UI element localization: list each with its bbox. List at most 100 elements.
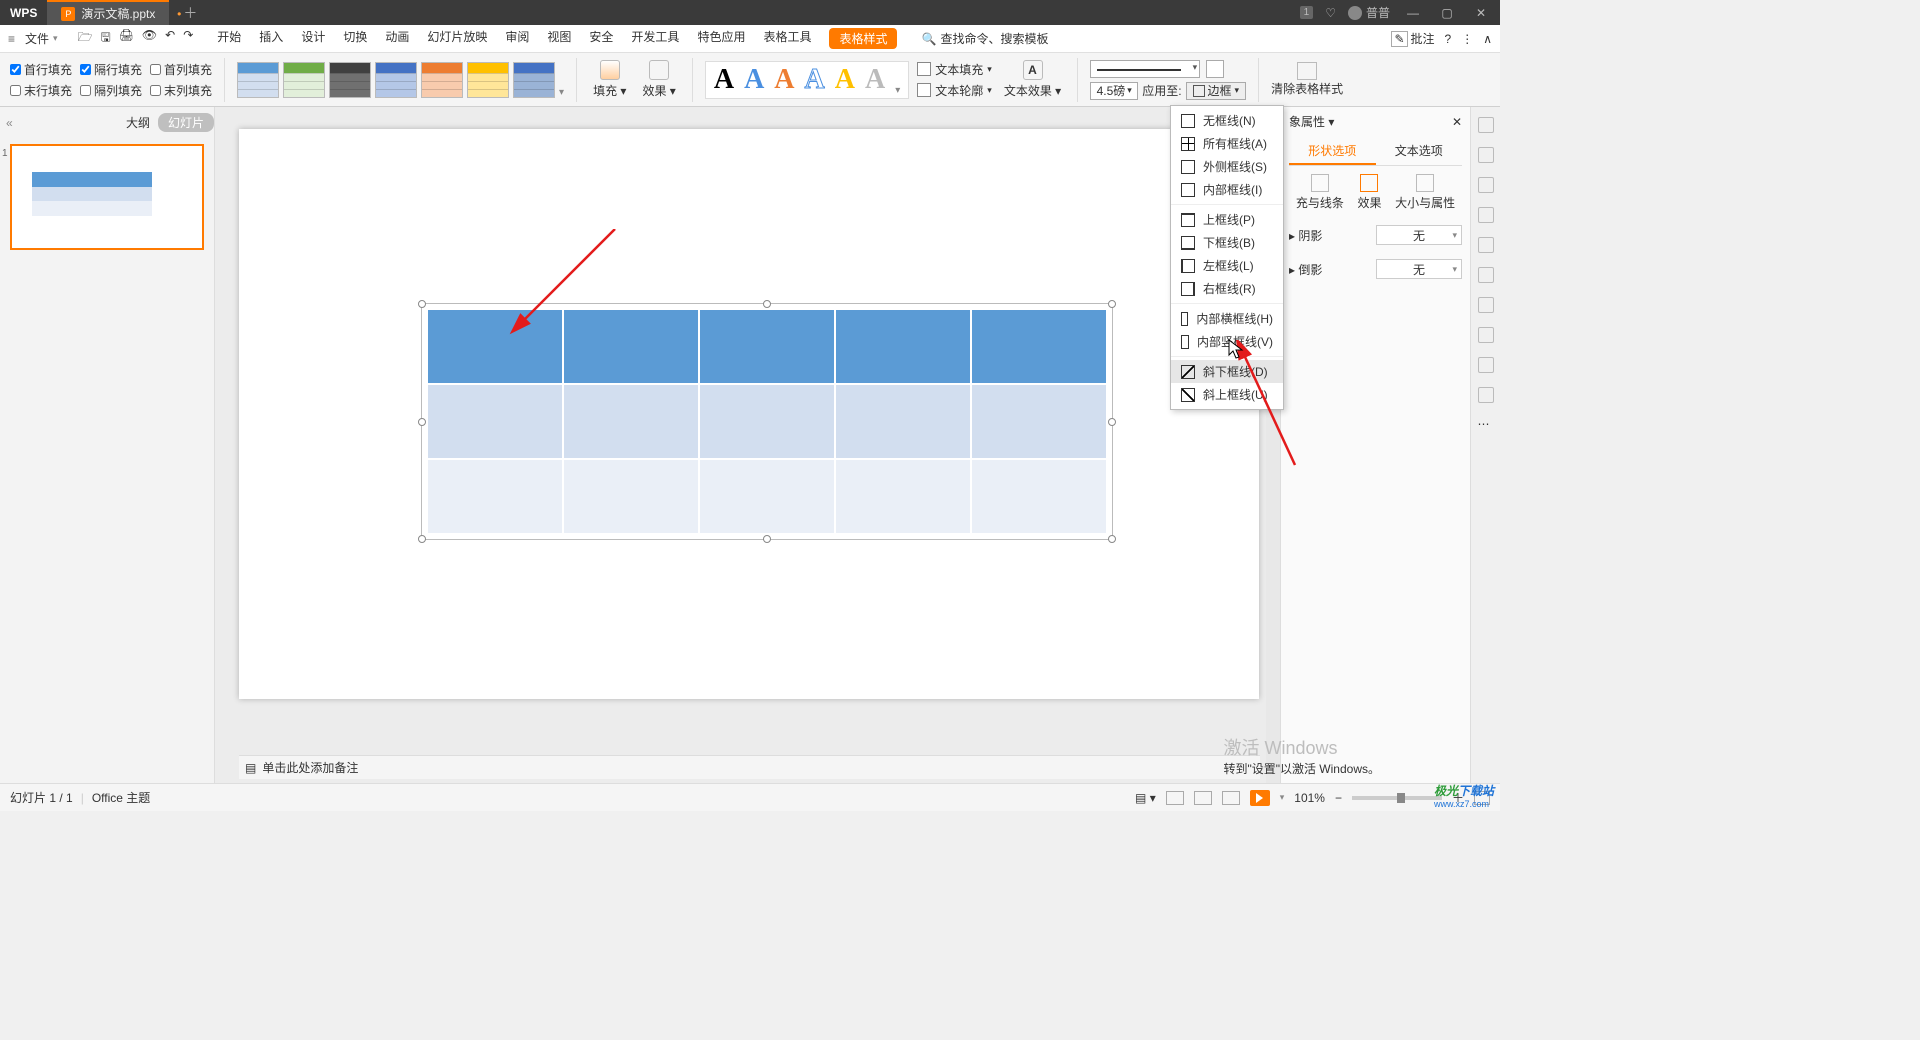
- redo-icon[interactable]: ↷: [183, 28, 193, 49]
- slide[interactable]: [239, 129, 1259, 699]
- notes-pane[interactable]: ▤单击此处添加备注: [239, 755, 1260, 779]
- skin-icon[interactable]: ♡: [1325, 6, 1336, 20]
- size-subtab[interactable]: 大小与属性: [1395, 174, 1455, 211]
- text-fill-button[interactable]: 文本填充 ▾: [917, 61, 992, 78]
- zoom-label[interactable]: 101%: [1294, 791, 1325, 805]
- style-swatch[interactable]: [375, 62, 417, 98]
- wordart-more-icon[interactable]: ▾: [895, 85, 900, 96]
- search-box[interactable]: 🔍查找命令、搜索模板: [921, 30, 1048, 47]
- chk-last-row[interactable]: 末行填充: [10, 82, 72, 99]
- text-options-tab[interactable]: 文本选项: [1376, 138, 1463, 165]
- undo-icon[interactable]: ↶: [165, 28, 175, 49]
- tab-design[interactable]: 设计: [301, 28, 325, 49]
- resize-handle[interactable]: [1108, 300, 1116, 308]
- chk-banded-col[interactable]: 隔列填充: [80, 82, 142, 99]
- text-outline-button[interactable]: 文本轮廓 ▾: [917, 82, 992, 99]
- style-swatch[interactable]: [421, 62, 463, 98]
- maximize-button[interactable]: ▢: [1436, 6, 1458, 20]
- notification-badge[interactable]: 1: [1300, 6, 1314, 19]
- mi-top-border[interactable]: 上框线(P): [1171, 208, 1283, 231]
- slide-thumbnail-1[interactable]: 1: [10, 144, 204, 250]
- mi-outside-border[interactable]: 外侧框线(S): [1171, 155, 1283, 178]
- fill-line-subtab[interactable]: 充与线条: [1296, 174, 1344, 211]
- tab-insert[interactable]: 插入: [259, 28, 283, 49]
- resize-handle[interactable]: [1108, 418, 1116, 426]
- tab-transition[interactable]: 切换: [343, 28, 367, 49]
- side-icon[interactable]: [1478, 297, 1494, 313]
- file-menu[interactable]: 文件▾: [19, 28, 64, 49]
- mi-bottom-border[interactable]: 下框线(B): [1171, 231, 1283, 254]
- mi-diag-up[interactable]: 斜上框线(U): [1171, 383, 1283, 406]
- tab-slideshow[interactable]: 幻灯片放映: [427, 28, 487, 49]
- tab-view[interactable]: 视图: [547, 28, 571, 49]
- table-object[interactable]: [427, 309, 1107, 534]
- chk-first-col[interactable]: 首列填充: [150, 61, 212, 78]
- print-icon[interactable]: 🖨: [119, 28, 134, 49]
- style-swatch[interactable]: [467, 62, 509, 98]
- notes-toggle[interactable]: ▤ ▾: [1135, 791, 1156, 805]
- zoom-out-button[interactable]: −: [1335, 791, 1342, 805]
- fill-button[interactable]: 填充 ▾: [589, 60, 630, 99]
- slide-canvas[interactable]: ▤单击此处添加备注: [215, 107, 1280, 783]
- style-swatch[interactable]: [329, 62, 371, 98]
- line-weight-select[interactable]: 4.5磅 ▾: [1090, 82, 1138, 100]
- side-icon[interactable]: [1478, 387, 1494, 403]
- resize-handle[interactable]: [418, 418, 426, 426]
- chk-last-col[interactable]: 末列填充: [150, 82, 212, 99]
- style-swatch[interactable]: [237, 62, 279, 98]
- slideshow-button[interactable]: [1250, 790, 1270, 806]
- reflect-select[interactable]: 无: [1376, 259, 1462, 279]
- wordart-gallery[interactable]: A A A A A A ▾: [705, 61, 909, 99]
- side-icon[interactable]: [1478, 267, 1494, 283]
- mi-right-border[interactable]: 右框线(R): [1171, 277, 1283, 300]
- gallery-more-icon[interactable]: ▾: [559, 87, 564, 98]
- effect-button[interactable]: 效果 ▾: [638, 60, 679, 99]
- slides-tab[interactable]: 幻灯片: [158, 113, 214, 132]
- close-button[interactable]: ✕: [1470, 6, 1492, 20]
- border-dropdown-button[interactable]: 边框 ▾: [1186, 82, 1247, 100]
- zoom-slider[interactable]: [1352, 796, 1442, 800]
- line-color-button[interactable]: [1206, 60, 1224, 78]
- ribbon-chevron-icon[interactable]: ∧: [1483, 32, 1492, 46]
- side-icon[interactable]: [1478, 237, 1494, 253]
- reading-view-button[interactable]: [1222, 791, 1240, 805]
- table-style-gallery[interactable]: ▾: [237, 62, 564, 98]
- annotate-button[interactable]: ✎批注: [1391, 30, 1434, 47]
- tab-home[interactable]: 开始: [217, 28, 241, 49]
- line-style-select[interactable]: ▾: [1090, 60, 1200, 78]
- document-tab[interactable]: P 演示文稿.pptx •: [47, 0, 169, 25]
- mi-left-border[interactable]: 左框线(L): [1171, 254, 1283, 277]
- open-icon[interactable]: 🗁: [78, 28, 93, 49]
- sorter-view-button[interactable]: [1194, 791, 1212, 805]
- style-swatch[interactable]: [513, 62, 555, 98]
- style-swatch[interactable]: [283, 62, 325, 98]
- mi-diag-down[interactable]: 斜下框线(D): [1171, 360, 1283, 383]
- chk-banded-row[interactable]: 隔行填充: [80, 61, 142, 78]
- mi-no-border[interactable]: 无框线(N): [1171, 109, 1283, 132]
- normal-view-button[interactable]: [1166, 791, 1184, 805]
- tab-table-tools[interactable]: 表格工具: [763, 28, 811, 49]
- collapse-thumbs-icon[interactable]: «: [6, 116, 13, 130]
- new-tab-button[interactable]: ＋: [169, 3, 211, 23]
- effects-subtab[interactable]: 效果: [1357, 174, 1381, 211]
- tab-dev[interactable]: 开发工具: [631, 28, 679, 49]
- preview-icon[interactable]: 👁: [142, 28, 157, 49]
- text-effects-button[interactable]: A文本效果 ▾: [1000, 60, 1065, 99]
- collapse-ribbon-icon[interactable]: ⋮: [1461, 32, 1473, 46]
- side-icon[interactable]: [1478, 177, 1494, 193]
- side-icon[interactable]: [1478, 357, 1494, 373]
- resize-handle[interactable]: [763, 535, 771, 543]
- tab-special[interactable]: 特色应用: [697, 28, 745, 49]
- outline-tab[interactable]: 大纲: [126, 114, 150, 131]
- shape-options-tab[interactable]: 形状选项: [1289, 138, 1376, 165]
- minimize-button[interactable]: —: [1402, 6, 1424, 20]
- side-icon[interactable]: [1478, 327, 1494, 343]
- hamburger-icon[interactable]: ≡: [8, 32, 15, 46]
- chk-first-row[interactable]: 首行填充: [10, 61, 72, 78]
- tab-review[interactable]: 审阅: [505, 28, 529, 49]
- shadow-select[interactable]: 无: [1376, 225, 1462, 245]
- tab-table-style[interactable]: 表格样式: [829, 28, 897, 49]
- resize-handle[interactable]: [763, 300, 771, 308]
- clear-table-style-button[interactable]: 清除表格样式: [1271, 62, 1343, 97]
- side-icon[interactable]: [1478, 117, 1494, 133]
